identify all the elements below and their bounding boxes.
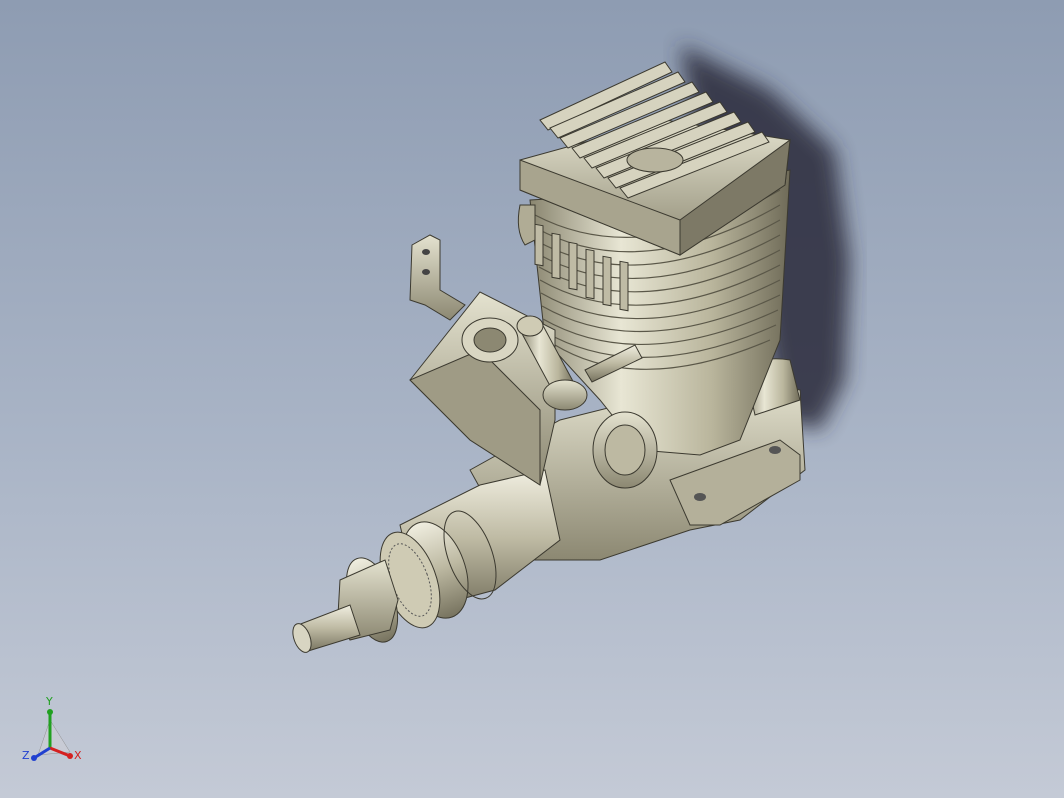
- crankshaft[interactable]: [289, 604, 361, 655]
- y-axis-label: Y: [46, 695, 53, 708]
- graphics-viewport[interactable]: Y X Z: [0, 0, 1064, 798]
- cad-model-canvas[interactable]: [0, 0, 1064, 798]
- needle-valve-bracket[interactable]: [409, 234, 466, 321]
- view-orientation-triad[interactable]: Y X Z: [18, 696, 88, 770]
- exhaust-port[interactable]: [592, 411, 658, 489]
- z-axis-label: Z: [22, 749, 30, 762]
- x-axis-label: X: [74, 749, 82, 762]
